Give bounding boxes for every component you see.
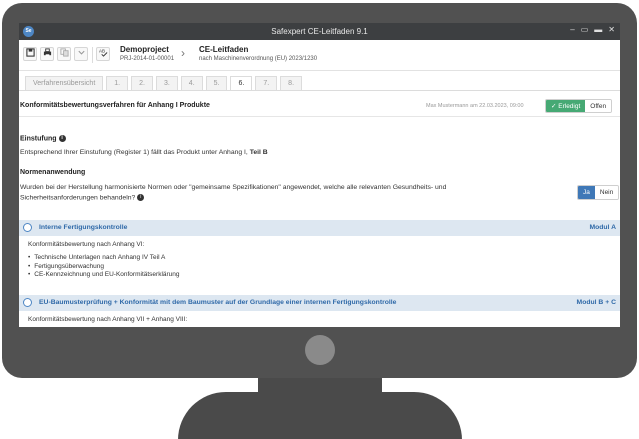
status-toggle: ✓ Erledigt Offen — [545, 99, 613, 113]
close-icon[interactable]: ✕ — [608, 25, 615, 34]
tab-overview[interactable]: Verfahrensübersicht — [25, 76, 104, 90]
list-item: Technische Unterlagen nach Anhang IV Tei… — [28, 254, 180, 263]
maximize-icon[interactable]: ▬ — [594, 25, 602, 34]
status-open-button[interactable]: Offen — [585, 100, 612, 112]
header-divider — [19, 116, 620, 117]
classification-text: Entsprechend Ihrer Einstufung (Register … — [20, 149, 268, 156]
option-title: Interne Fertigungskontrolle — [39, 224, 128, 231]
radio-button[interactable] — [23, 298, 32, 307]
monitor-stand — [178, 392, 462, 439]
chevron-right-icon: › — [181, 46, 185, 60]
tab-4[interactable]: 4. — [180, 76, 203, 90]
minimize-icon[interactable]: ‒ — [570, 25, 574, 34]
tab-2[interactable]: 2. — [131, 76, 153, 90]
tab-bar: Verfahrensübersicht 1. 2. 3. 4. 5. 6. 7.… — [25, 76, 305, 90]
option-modul-a[interactable]: Interne Fertigungskontrolle Modul A — [19, 220, 620, 236]
dropdown-icon[interactable] — [74, 47, 88, 61]
classification-label: Einstufung — [20, 135, 57, 143]
classification-heading: Einstufung i — [20, 135, 66, 142]
option-modul: Modul A — [589, 224, 616, 231]
guide-title: CE-Leitfaden — [199, 45, 249, 54]
tab-6[interactable]: 6. — [230, 76, 253, 90]
list-item: Fertigungsüberwachung — [28, 263, 180, 272]
toolbar: AB Demoproject PRJ-2014-01-00001 › CE-Le… — [19, 40, 620, 71]
tab-7[interactable]: 7. — [255, 76, 278, 90]
project-name[interactable]: Demoproject — [120, 45, 169, 54]
restore-icon[interactable]: ▭ — [581, 25, 589, 34]
copy-icon[interactable] — [57, 47, 71, 61]
title-bar: Se Safexpert CE-Leitfaden 9.1 ‒ ▭ ▬ ✕ — [19, 23, 620, 40]
edit-meta: Max Mustermann am 22.03.2023, 09:00 — [426, 103, 524, 109]
guide-subtitle: nach Maschinenverordnung (EU) 2023/1230 — [199, 56, 318, 62]
power-button-icon — [305, 335, 335, 365]
tab-8[interactable]: 8. — [280, 76, 303, 90]
page-title: Konformitätsbewertungsverfahren für Anha… — [20, 102, 210, 109]
print-icon[interactable] — [40, 47, 54, 61]
option-intro: Konformitätsbewertung nach Anhang VII + … — [28, 316, 188, 323]
tabs-divider — [19, 90, 620, 91]
standards-heading: Normenanwendung — [20, 169, 86, 176]
classification-text-prefix: Entsprechend Ihrer Einstufung (Register … — [20, 149, 248, 156]
option-intro: Konformitätsbewertung nach Anhang VI: — [28, 241, 145, 248]
project-id: PRJ-2014-01-00001 — [120, 56, 175, 62]
list-item: CE-Kennzeichnung und EU-Konformitätserkl… — [28, 271, 179, 280]
no-button[interactable]: Nein — [594, 186, 619, 199]
tab-5[interactable]: 5. — [205, 76, 228, 90]
standards-question-line2: Sicherheitsanforderungen behandeln? i — [20, 194, 145, 202]
monitor-illustration: Se Safexpert CE-Leitfaden 9.1 ‒ ▭ ▬ ✕ AB… — [0, 0, 639, 439]
info-icon[interactable]: i — [137, 194, 145, 201]
info-icon[interactable]: i — [58, 135, 66, 142]
status-done-button[interactable]: ✓ Erledigt — [546, 100, 586, 112]
app-window: Se Safexpert CE-Leitfaden 9.1 ‒ ▭ ▬ ✕ AB… — [19, 23, 620, 327]
toolbar-separator — [92, 47, 93, 63]
standards-question-line1: Wurden bei der Herstellung harmonisierte… — [20, 184, 447, 191]
standards-question-text: Sicherheitsanforderungen behandeln? — [20, 194, 136, 202]
option-title: EU-Baumusterprüfung + Konformität mit de… — [39, 299, 397, 306]
yes-button[interactable]: Ja — [578, 186, 595, 199]
window-title: Safexpert CE-Leitfaden 9.1 — [271, 27, 368, 36]
tab-3[interactable]: 3. — [155, 76, 178, 90]
option-modul: Modul B + C — [576, 299, 616, 306]
spellcheck-icon[interactable]: AB — [96, 47, 110, 61]
option-requirements-list: Technische Unterlagen nach Anhang IV Tei… — [28, 254, 180, 280]
standards-yes-no-toggle: Ja Nein — [577, 185, 620, 200]
tab-1[interactable]: 1. — [106, 76, 129, 90]
option-modul-b-c[interactable]: EU-Baumusterprüfung + Konformität mit de… — [19, 295, 620, 311]
classification-part: Teil B — [249, 149, 268, 156]
save-icon[interactable] — [23, 47, 37, 61]
window-controls: ‒ ▭ ▬ ✕ — [570, 25, 615, 34]
radio-button[interactable] — [23, 223, 32, 232]
svg-text:AB: AB — [99, 49, 105, 54]
